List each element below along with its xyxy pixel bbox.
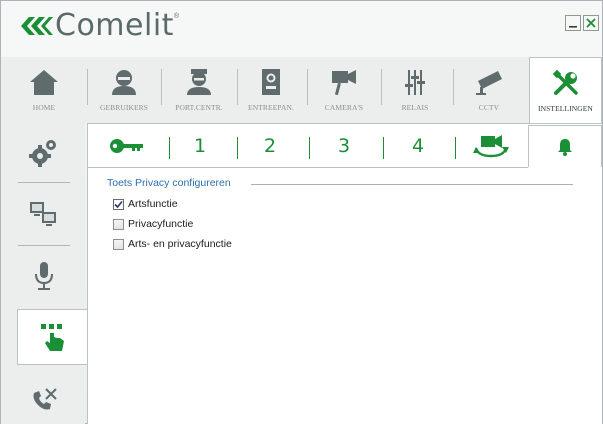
subtab-divider	[169, 137, 170, 159]
artsfunctie-label: Artsfunctie	[128, 198, 178, 210]
home-icon	[30, 70, 58, 95]
sidebar-item-phone-settings[interactable]	[17, 375, 71, 424]
settings-tools-icon	[552, 69, 578, 95]
sidebar-item-general-settings[interactable]	[17, 127, 71, 177]
sidebar-item-keypad[interactable]	[17, 309, 87, 365]
comelit-logo: Comelit ®	[19, 9, 179, 43]
tab-key[interactable]	[97, 125, 157, 167]
nav-divider	[453, 69, 454, 105]
nav-divider	[381, 69, 382, 105]
nav-relais[interactable]: RELAIS	[385, 57, 445, 123]
minimize-button[interactable]	[565, 15, 581, 31]
close-button[interactable]	[583, 15, 599, 31]
privacyfunctie-label: Privacyfunctie	[128, 218, 194, 230]
content-panel	[87, 123, 602, 424]
privacyfunctie-checkbox[interactable]	[113, 218, 124, 230]
close-icon	[586, 18, 596, 28]
tab-3[interactable]: 3	[321, 125, 367, 167]
nav-cameras[interactable]: CAMERA'S	[313, 57, 375, 123]
minimize-icon	[569, 26, 577, 28]
nav-relais-label: RELAIS	[401, 103, 429, 112]
nav-cctv[interactable]: CCTV	[459, 57, 519, 123]
artsfunctie-checkbox[interactable]	[113, 198, 124, 210]
bell-icon	[558, 138, 572, 156]
nav-divider	[161, 69, 162, 105]
touch-keypad-icon	[40, 324, 64, 351]
cctv-icon	[476, 71, 502, 95]
subtab-divider	[237, 137, 238, 159]
subtab-divider	[455, 137, 456, 159]
user-icon	[112, 70, 136, 95]
camera-cycle-icon	[473, 135, 509, 158]
nav-port-centr-label: PORT.CENTR.	[175, 103, 223, 112]
group-title: Toets Privacy configureren	[107, 177, 233, 189]
sidebar-item-network[interactable]	[17, 189, 71, 239]
option-artsfunctie[interactable]: Artsfunctie	[113, 197, 178, 211]
gears-icon	[29, 140, 56, 167]
subtab-baseline	[87, 167, 602, 168]
nav-instellingen-label: INSTELLINGEN	[538, 104, 593, 113]
tab-1[interactable]: 1	[177, 125, 223, 167]
nav-divider	[87, 69, 88, 105]
subtab-divider	[309, 137, 310, 159]
arts-en-privacyfunctie-checkbox[interactable]	[113, 238, 124, 250]
sidebar-divider	[18, 245, 70, 246]
nav-gebruikers[interactable]: GEBRUIKERS	[91, 57, 157, 123]
nav-home[interactable]: HOME	[15, 57, 73, 123]
top-navigation: HOME GEBRUIKERS PORT.CENTR. ENTREEPAN. C…	[1, 57, 602, 123]
app-window: Comelit ® HOME GEBRUIKERS PORT.CENTR. EN…	[0, 0, 603, 424]
arts-en-privacyfunctie-label: Arts- en privacyfunctie	[128, 238, 232, 250]
nav-entreepan-label: ENTREEPAN.	[248, 103, 294, 112]
sidebar-item-audio[interactable]	[17, 251, 71, 301]
key-icon	[110, 139, 143, 153]
logo-chevrons-icon	[21, 17, 53, 35]
sidebar-divider	[18, 182, 70, 183]
title-bar: Comelit ®	[1, 1, 602, 57]
phone-settings-icon	[33, 388, 57, 410]
group-border-line	[251, 184, 573, 185]
tab-4[interactable]: 4	[395, 125, 441, 167]
nav-cctv-label: CCTV	[478, 103, 500, 112]
concierge-icon	[187, 69, 211, 95]
option-arts-en-privacyfunctie[interactable]: Arts- en privacyfunctie	[113, 237, 232, 251]
relay-sliders-icon	[405, 70, 425, 95]
nav-instellingen[interactable]: INSTELLINGEN	[529, 57, 602, 123]
nav-entreepan[interactable]: ENTREEPAN.	[241, 57, 301, 123]
logo-text: Comelit	[55, 8, 174, 43]
nav-divider	[307, 69, 308, 105]
option-privacyfunctie[interactable]: Privacyfunctie	[113, 217, 193, 231]
network-computers-icon	[30, 202, 56, 226]
tab-camera-cycle[interactable]	[461, 125, 521, 167]
tab-2[interactable]: 2	[247, 125, 293, 167]
nav-gebruikers-label: GEBRUIKERS	[99, 103, 149, 112]
nav-divider	[237, 69, 238, 105]
checkmark-icon	[114, 200, 123, 208]
entrance-panel-icon	[262, 69, 280, 95]
nav-port-centr[interactable]: PORT.CENTR.	[165, 57, 233, 123]
nav-home-label: HOME	[32, 103, 56, 112]
subtab-divider	[383, 137, 384, 159]
logo-registered-mark: ®	[173, 13, 180, 20]
microphone-icon	[35, 262, 53, 290]
nav-cameras-label: CAMERA'S	[324, 103, 364, 112]
camera-icon	[332, 70, 356, 96]
tab-bell[interactable]	[528, 125, 602, 167]
left-sidebar	[1, 123, 87, 424]
subtab-bar: 1 2 3 4	[87, 125, 602, 167]
subtab-active-gap	[528, 167, 602, 168]
